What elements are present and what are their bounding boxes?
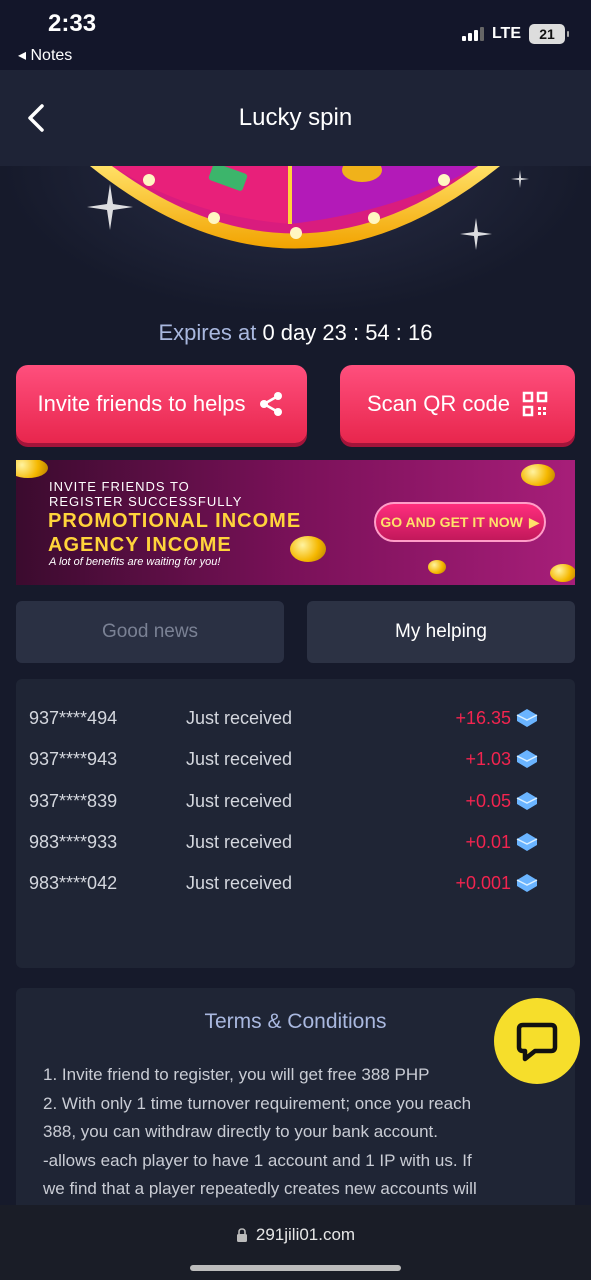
row-amount: +0.05 [465, 791, 511, 811]
coin-icon [521, 464, 555, 486]
list-item: 937****494 Just received +16.35 [16, 700, 575, 736]
row-status: Just received [186, 708, 293, 728]
go-get-it-button[interactable]: GO AND GET IT NOW ▶ [374, 502, 546, 542]
chat-support-button[interactable] [494, 998, 580, 1084]
terms-line: 388, you can withdraw directly to your b… [43, 1122, 438, 1141]
promo-banner[interactable]: INVITE FRIENDS TO REGISTER SUCCESSFULLY … [16, 460, 575, 585]
gem-icon [516, 833, 538, 851]
share-icon [260, 392, 283, 416]
row-status: Just received [186, 749, 293, 769]
status-indicators: LTE 21 [461, 24, 569, 44]
battery-level: 21 [539, 26, 555, 42]
row-amount: +0.001 [455, 873, 511, 893]
expires-value: 0 day 23 : 54 : 16 [262, 320, 433, 345]
play-arrow-icon: ▶ [528, 513, 540, 530]
invite-label: Invite friends to helps [37, 391, 246, 416]
banner-headline2: AGENCY INCOME [48, 534, 232, 556]
chat-bubble-icon [516, 1022, 558, 1062]
banner-line2: REGISTER SUCCESSFULLY [49, 494, 243, 509]
page-title: Lucky spin [238, 104, 353, 131]
expires-timer: Expires at 0 day 23 : 54 : 16 [0, 320, 591, 346]
terms-title: Terms & Conditions [204, 1010, 387, 1033]
spin-wheel[interactable] [0, 166, 591, 316]
tab-my-helping[interactable]: My helping [307, 601, 575, 663]
row-user: 983****042 [29, 873, 118, 893]
coin-icon [16, 460, 48, 478]
list-item: 937****839 Just received +0.05 [16, 783, 575, 819]
back-to-app-link[interactable]: ◂ Notes [18, 45, 72, 65]
invite-friends-button[interactable]: Invite friends to helps [16, 365, 307, 443]
records-list: 937****494 Just received +16.35 937****9… [16, 679, 575, 968]
terms-line: we find that a player repeatedly creates… [43, 1179, 477, 1198]
banner-line1: INVITE FRIENDS TO [49, 479, 190, 494]
banner-headline1: PROMOTIONAL INCOME [48, 510, 302, 532]
row-status: Just received [186, 791, 293, 811]
gem-icon [516, 874, 538, 892]
spin-wheel-area [0, 166, 591, 316]
row-user: 937****943 [29, 749, 118, 769]
tab-label: Good news [101, 621, 199, 642]
battery-icon: 21 [529, 24, 569, 44]
row-amount: +1.03 [465, 749, 511, 769]
url-text: 291jili01.com [255, 1225, 356, 1244]
tab-label: My helping [395, 621, 487, 642]
coin-icon [428, 560, 446, 574]
row-amount: +0.01 [465, 832, 511, 852]
signal-icon [461, 27, 484, 41]
lock-icon [236, 1228, 247, 1242]
cta-label: GO AND GET IT NOW [380, 514, 523, 530]
coin-icon [550, 564, 575, 582]
gem-icon [516, 792, 538, 810]
scan-qr-button[interactable]: Scan QR code [340, 365, 575, 443]
coin-icon [290, 536, 326, 562]
nav-bar: Lucky spin [0, 70, 591, 166]
list-item: 983****042 Just received +0.001 [16, 865, 575, 901]
terms-line: -allows each player to have 1 account an… [43, 1151, 472, 1170]
gem-icon [516, 750, 538, 768]
row-amount: +16.35 [455, 708, 511, 728]
back-app-label: Notes [30, 47, 73, 64]
banner-subtitle: A lot of benefits are waiting for you! [49, 556, 221, 568]
tab-good-news[interactable]: Good news [16, 601, 284, 663]
status-bar: 2:33 ◂ Notes LTE 21 [0, 0, 591, 70]
row-user: 983****933 [29, 832, 118, 852]
network-label: LTE [491, 25, 521, 42]
row-status: Just received [186, 873, 293, 893]
list-item: 983****933 Just received +0.01 [16, 824, 575, 860]
row-status: Just received [186, 832, 293, 852]
terms-line: 2. With only 1 time turnover requirement… [43, 1094, 472, 1113]
terms-line: 1. Invite friend to register, you will g… [43, 1065, 430, 1084]
home-indicator[interactable] [190, 1265, 401, 1271]
expires-label: Expires at [158, 320, 257, 345]
row-user: 937****839 [29, 791, 118, 811]
scan-label: Scan QR code [366, 391, 511, 416]
status-time: 2:33 [48, 10, 97, 37]
browser-url-bar[interactable]: 291jili01.com [0, 1205, 591, 1280]
list-item: 937****943 Just received +1.03 [16, 741, 575, 777]
qr-code-icon [522, 391, 548, 417]
row-user: 937****494 [29, 708, 118, 728]
gem-icon [516, 709, 538, 727]
terms-panel: Terms & Conditions 1. Invite friend to r… [16, 988, 575, 1218]
